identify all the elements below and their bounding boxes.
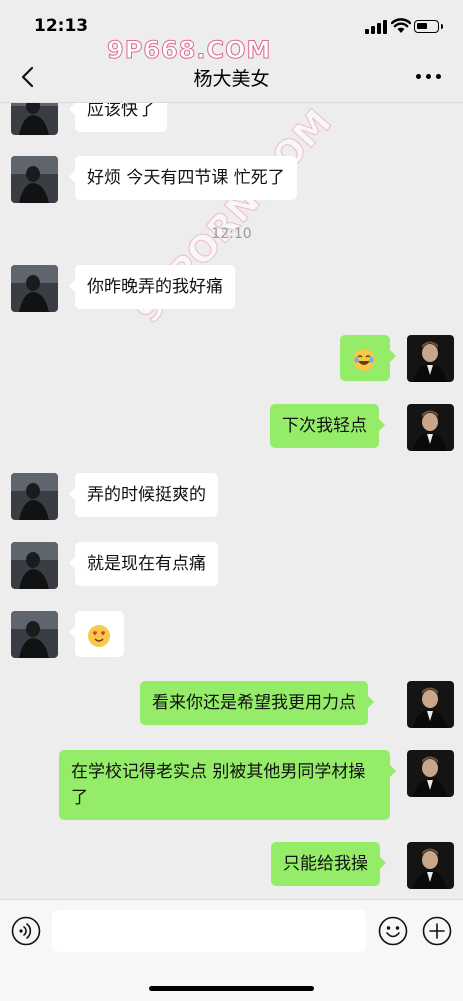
message-bubble-incoming[interactable]: 应该快了: [69, 103, 167, 132]
laughing-tears-emoji-icon: [353, 349, 375, 371]
emoji-picker-icon[interactable]: [378, 916, 408, 946]
battery-icon: [414, 20, 443, 33]
message-bubble-incoming[interactable]: 好烦 今天有四节课 忙死了: [69, 156, 297, 200]
message-bubble-outgoing[interactable]: 只能给我操: [271, 842, 386, 886]
message-bubble-incoming[interactable]: [69, 611, 124, 657]
contact-avatar[interactable]: [11, 103, 58, 135]
input-bar: [0, 899, 463, 1001]
chat-title: 杨大美女: [193, 68, 270, 90]
contact-avatar[interactable]: [11, 473, 58, 520]
contact-avatar[interactable]: [11, 542, 58, 589]
my-avatar[interactable]: [407, 681, 454, 728]
status-time: 12:13: [34, 16, 89, 36]
add-attachment-icon[interactable]: [422, 916, 452, 946]
message-bubble-incoming[interactable]: 就是现在有点痛: [69, 542, 218, 586]
my-avatar[interactable]: [407, 404, 454, 451]
message-input[interactable]: [52, 910, 366, 952]
message-bubble-incoming[interactable]: 你昨晚弄的我好痛: [69, 265, 235, 309]
message-bubble-outgoing[interactable]: 在学校记得老实点 别被其他男同学材操了: [59, 750, 396, 820]
message-list[interactable]: 应该快了 好烦 今天有四节课 忙死了 12:10 你昨晚弄的我好痛 下次我轻点: [0, 103, 463, 899]
message-timestamp: 12:10: [211, 226, 252, 242]
home-indicator[interactable]: [149, 986, 314, 991]
my-avatar[interactable]: [407, 750, 454, 797]
contact-avatar[interactable]: [11, 611, 58, 658]
more-options-icon[interactable]: [416, 74, 446, 82]
cellular-signal-icon: [365, 20, 387, 34]
watermark-top: 9P668.COM: [106, 36, 272, 65]
my-avatar[interactable]: [407, 335, 454, 382]
my-avatar[interactable]: [407, 842, 454, 889]
contact-avatar[interactable]: [11, 156, 58, 203]
message-bubble-outgoing[interactable]: 下次我轻点: [270, 404, 385, 448]
contact-avatar[interactable]: [11, 265, 58, 312]
wifi-icon: [391, 18, 411, 33]
message-bubble-outgoing[interactable]: 看来你还是希望我更用力点: [140, 681, 374, 725]
heart-eyes-emoji-icon: [88, 625, 110, 647]
message-bubble-outgoing[interactable]: [340, 335, 396, 381]
message-bubble-incoming[interactable]: 弄的时候挺爽的: [69, 473, 218, 517]
voice-input-icon[interactable]: [11, 916, 41, 946]
